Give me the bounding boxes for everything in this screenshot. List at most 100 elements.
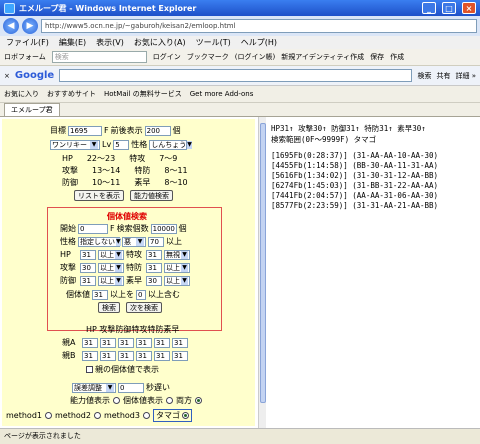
chevron-down-icon: ▼ bbox=[106, 383, 114, 392]
menu-bar: ファイル(F) 編集(E) 表示(V) お気に入り(A) ツール(T) ヘルプ(… bbox=[0, 36, 480, 49]
back-icon[interactable]: ◀ bbox=[3, 18, 19, 34]
kotai-stat-input[interactable]: 30 bbox=[80, 262, 96, 273]
menu-file[interactable]: ファイル(F) bbox=[6, 37, 49, 48]
login-book-button[interactable]: (ログイン帳) bbox=[235, 52, 275, 62]
google-logo: Google bbox=[14, 70, 55, 81]
identity-button[interactable]: 新規アイデンティティ作成 bbox=[281, 52, 364, 62]
parent-a-input[interactable]: 31 bbox=[172, 337, 188, 348]
menu-view[interactable]: 表示(V) bbox=[96, 37, 124, 48]
address-input[interactable]: http://www5.ocn.ne.jp/~gaburoh/keisan2/e… bbox=[41, 19, 477, 33]
sum-input[interactable]: 31 bbox=[92, 289, 108, 300]
login-button[interactable]: ログイン bbox=[153, 52, 181, 62]
gender-select[interactable]: 悪 ▼ bbox=[122, 236, 146, 247]
method3-radio[interactable] bbox=[142, 412, 150, 419]
stat-range: 22〜23 bbox=[86, 154, 116, 163]
kotai-cond-select[interactable]: 以上 ▼ bbox=[164, 275, 190, 286]
parent-a-input[interactable]: 31 bbox=[136, 337, 152, 348]
sum-label: 個体値 bbox=[66, 290, 90, 299]
nature-select[interactable]: しんちょう ▼ bbox=[149, 139, 192, 150]
next-search-button[interactable]: 次を検索 bbox=[126, 302, 162, 313]
indiv-display-radio[interactable] bbox=[166, 397, 173, 404]
menu-help[interactable]: ヘルプ(H) bbox=[241, 37, 277, 48]
stat-label: 特防 bbox=[134, 166, 151, 175]
lv-input[interactable]: 5 bbox=[113, 139, 130, 150]
tab-emloop[interactable]: エメループ君 bbox=[4, 103, 60, 116]
pokemon-select[interactable]: ワンリキー ▼ bbox=[50, 139, 100, 150]
menu-edit[interactable]: 編集(E) bbox=[59, 37, 86, 48]
create-button[interactable]: 作成 bbox=[390, 52, 404, 62]
vertical-scrollbar[interactable] bbox=[258, 117, 266, 428]
parent-a-input[interactable]: 31 bbox=[82, 337, 98, 348]
start-input[interactable]: 0 bbox=[78, 223, 108, 234]
favorites-button[interactable]: お気に入り bbox=[4, 89, 39, 99]
parent-a-input[interactable]: 31 bbox=[100, 337, 116, 348]
method1-radio[interactable] bbox=[44, 412, 52, 419]
list-button[interactable]: リストを表示 bbox=[74, 190, 124, 201]
google-search-input[interactable] bbox=[59, 69, 413, 82]
google-search-button[interactable]: 検索 bbox=[417, 71, 431, 81]
count-input[interactable]: 10000 bbox=[150, 223, 177, 234]
method1-label: method1 bbox=[6, 411, 42, 420]
ability-search-button[interactable]: 能力値検索 bbox=[130, 190, 173, 201]
adjust-input[interactable]: 0 bbox=[118, 382, 144, 393]
parent-b-input[interactable]: 31 bbox=[100, 350, 116, 361]
parent-b-input[interactable]: 31 bbox=[136, 350, 152, 361]
minimize-button[interactable]: _ bbox=[422, 2, 436, 14]
kotai-stat-input[interactable]: 31 bbox=[80, 249, 96, 260]
goal-input[interactable]: 1695 bbox=[68, 125, 102, 136]
save-button[interactable]: 保存 bbox=[370, 52, 384, 62]
menu-favorites[interactable]: お気に入り(A) bbox=[134, 37, 186, 48]
parent-b-input[interactable]: 31 bbox=[82, 350, 98, 361]
kotai-stat-input[interactable]: 31 bbox=[80, 275, 96, 286]
gender-value: 悪 bbox=[124, 237, 131, 246]
prev-unit-label: 個 bbox=[172, 126, 181, 135]
prev-input[interactable]: 200 bbox=[144, 125, 171, 136]
close-button[interactable]: × bbox=[462, 2, 476, 14]
parent-a-input[interactable]: 31 bbox=[118, 337, 134, 348]
kotai-nature-select[interactable]: 指定しない ▼ bbox=[78, 236, 121, 247]
stat-label: 素早 bbox=[134, 178, 151, 187]
adjust-select[interactable]: 誤差調整 ▼ bbox=[72, 382, 116, 393]
over-input[interactable]: 70 bbox=[148, 236, 164, 247]
method2-radio[interactable] bbox=[93, 412, 101, 419]
search-button[interactable]: 検索 bbox=[98, 302, 120, 313]
close-toolbar-icon[interactable]: × bbox=[4, 72, 10, 80]
parent-b-input[interactable]: 31 bbox=[118, 350, 134, 361]
result-item: [1695Fb(0:28:37)] (31-AA-AA-10-AA-30) bbox=[271, 151, 439, 160]
parent-display-checkbox[interactable] bbox=[86, 366, 93, 373]
kotai-stat-input[interactable]: 31 bbox=[146, 262, 162, 273]
share-button[interactable]: 共有 bbox=[436, 71, 450, 81]
bookmark-button[interactable]: ブックマーク bbox=[187, 52, 229, 62]
kotai-cond-select[interactable]: 無視 ▼ bbox=[164, 249, 190, 260]
kotai-cond-select[interactable]: 以上 ▼ bbox=[164, 262, 190, 273]
sum-count-input[interactable]: 0 bbox=[136, 289, 146, 300]
kotai-cond-select[interactable]: 以上 ▼ bbox=[98, 275, 124, 286]
status-bar: ページが表示されました bbox=[0, 428, 480, 444]
parent-b-input[interactable]: 31 bbox=[172, 350, 188, 361]
stat-range: 8〜10 bbox=[164, 178, 188, 187]
parent-b-input[interactable]: 31 bbox=[154, 350, 170, 361]
kotai-stat-label: 防御 bbox=[60, 276, 76, 285]
kotai-stat-input[interactable]: 31 bbox=[146, 249, 162, 260]
scrollbar-thumb[interactable] bbox=[260, 123, 266, 403]
forward-icon[interactable]: ▶ bbox=[22, 18, 38, 34]
more-button[interactable]: 詳細 » bbox=[455, 71, 476, 81]
tamago-label: タマゴ bbox=[155, 411, 180, 420]
tamago-radio[interactable] bbox=[181, 412, 189, 419]
addons-link[interactable]: Get more Add-ons bbox=[190, 90, 254, 98]
hotmail-link[interactable]: HotMail の無料サービス bbox=[104, 89, 182, 99]
nature-label: 性格 bbox=[131, 140, 148, 149]
kotai-cond-select[interactable]: 以上 ▼ bbox=[98, 249, 124, 260]
chevron-down-icon: ▼ bbox=[115, 276, 122, 285]
results-list: [1695Fb(0:28:37)] (31-AA-AA-10-AA-30) [4… bbox=[271, 151, 476, 211]
roboform-logo[interactable]: ロボフォーム bbox=[4, 52, 46, 62]
recommended-sites-link[interactable]: おすすめサイト bbox=[47, 89, 96, 99]
kotai-cond-select[interactable]: 以上 ▼ bbox=[98, 262, 124, 273]
kotai-stat-input[interactable]: 30 bbox=[146, 275, 162, 286]
both-radio[interactable] bbox=[195, 397, 202, 404]
roboform-search-input[interactable]: 検索 bbox=[51, 51, 147, 63]
ability-display-radio[interactable] bbox=[113, 397, 120, 404]
menu-tools[interactable]: ツール(T) bbox=[196, 37, 231, 48]
maximize-button[interactable]: □ bbox=[442, 2, 456, 14]
parent-a-input[interactable]: 31 bbox=[154, 337, 170, 348]
